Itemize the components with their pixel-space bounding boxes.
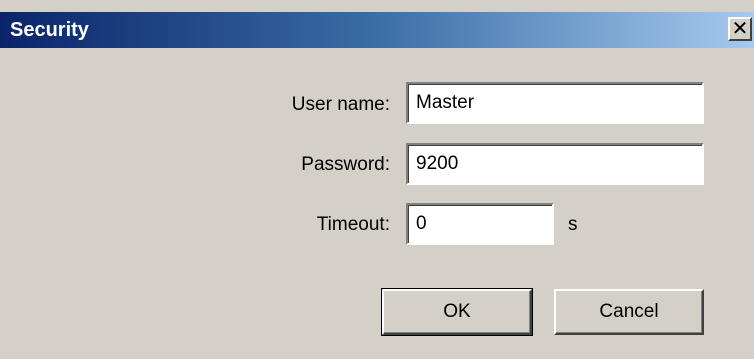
username-label: User name: bbox=[291, 94, 390, 115]
cancel-button[interactable]: Cancel bbox=[554, 289, 704, 335]
close-button[interactable]: ✕ bbox=[728, 17, 752, 41]
timeout-label: Timeout: bbox=[316, 214, 390, 235]
ok-button[interactable]: OK bbox=[381, 288, 533, 336]
password-label: Password: bbox=[301, 154, 390, 175]
password-input[interactable] bbox=[406, 143, 704, 185]
title-bar: Security ✕ bbox=[0, 12, 754, 48]
dialog-title: Security bbox=[10, 19, 89, 41]
timeout-input[interactable] bbox=[406, 203, 554, 245]
security-dialog: Security ✕ User name: Password: Timeout:… bbox=[0, 0, 754, 359]
username-input[interactable] bbox=[406, 82, 704, 124]
close-icon: ✕ bbox=[731, 18, 749, 40]
timeout-unit-label: s bbox=[568, 214, 578, 235]
